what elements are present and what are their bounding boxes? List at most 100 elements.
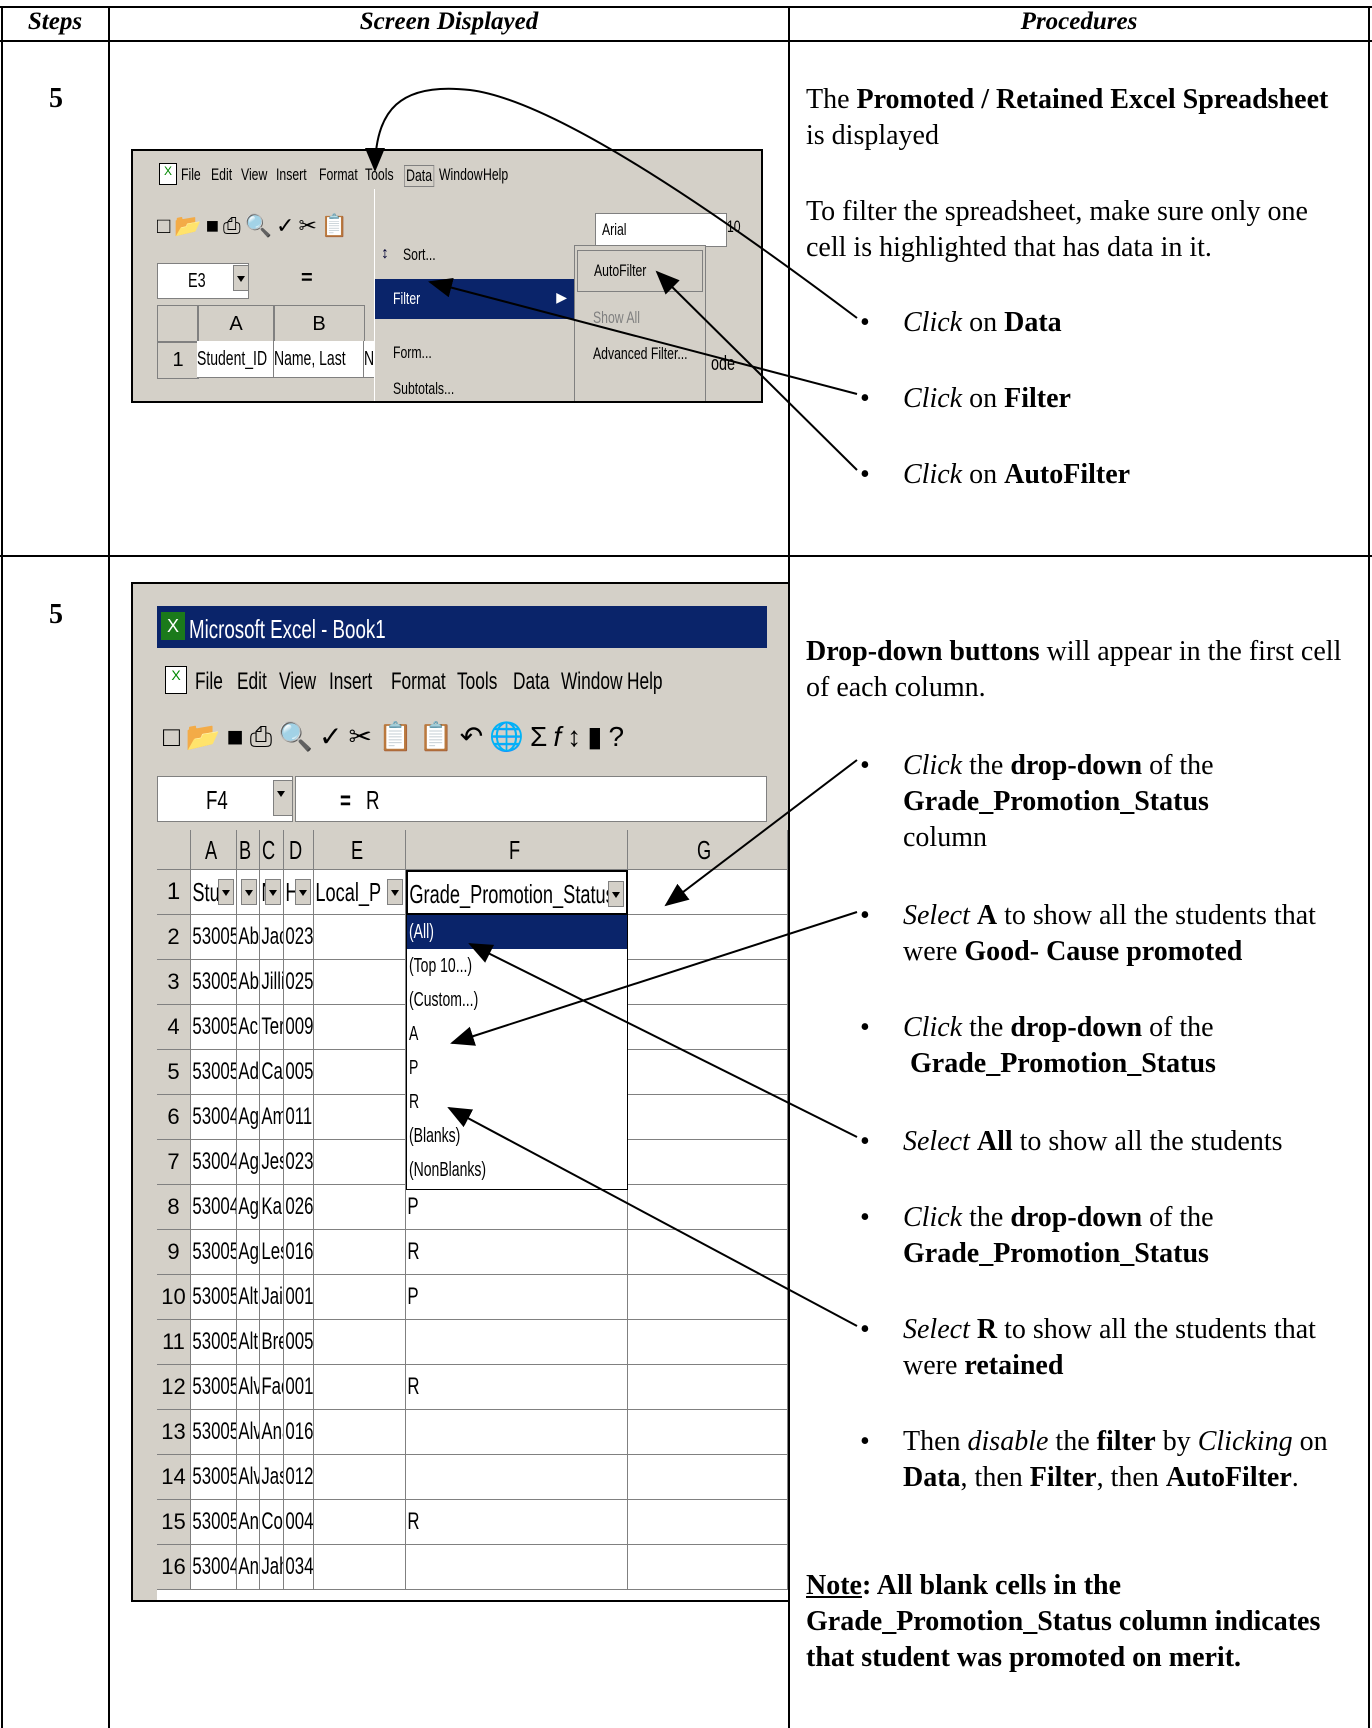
sort-icon[interactable]: ↕	[567, 721, 587, 752]
menu-item-sort[interactable]: ↕ Sort...	[381, 245, 436, 264]
copy-icon[interactable]: 📋	[321, 213, 352, 238]
col-header-c[interactable]: C	[260, 830, 284, 870]
table-cell[interactable]: Alt	[237, 1320, 260, 1365]
table-cell[interactable]: Bre	[260, 1320, 284, 1365]
table-cell[interactable]: 005	[284, 1320, 314, 1365]
menu-item-filter[interactable]: Filter ▶	[375, 279, 575, 319]
table-cell[interactable]	[628, 1095, 788, 1140]
spell-icon[interactable]: ✓	[276, 213, 298, 238]
table-cell[interactable]: 009	[284, 1005, 314, 1050]
table-cell[interactable]	[314, 1410, 406, 1455]
table-cell[interactable]: 53004	[191, 1545, 237, 1590]
menu-tools-2[interactable]: Tools	[457, 668, 497, 696]
table-cell[interactable]	[314, 1545, 406, 1590]
table-cell[interactable]: Ab	[237, 915, 260, 960]
header-cell-2[interactable]: N	[260, 870, 284, 915]
autosum-icon[interactable]: Σ	[530, 721, 553, 752]
help-icon[interactable]: ?	[609, 721, 631, 752]
table-cell[interactable]: 53005	[191, 1005, 237, 1050]
table-cell[interactable]	[628, 1005, 788, 1050]
table-cell[interactable]: 012	[284, 1455, 314, 1500]
save-icon[interactable]: ■	[206, 213, 223, 238]
table-cell[interactable]: Jes	[260, 1140, 284, 1185]
menu-edit[interactable]: Edit	[211, 165, 232, 185]
table-cell[interactable]	[314, 1365, 406, 1410]
table-cell[interactable]	[314, 1275, 406, 1320]
table-cell[interactable]: 53004	[191, 1140, 237, 1185]
table-cell[interactable]: 53005	[191, 1410, 237, 1455]
table-cell[interactable]	[628, 1500, 788, 1545]
table-cell[interactable]: 011	[284, 1095, 314, 1140]
table-cell[interactable]: Jac	[260, 915, 284, 960]
spell-icon[interactable]: ✓	[319, 721, 348, 752]
menu-window[interactable]: Window	[439, 165, 483, 185]
table-cell[interactable]	[628, 1455, 788, 1500]
table-cell[interactable]: Ag	[237, 1230, 260, 1275]
menu-help-2[interactable]: Help	[627, 668, 663, 696]
table-cell[interactable]	[314, 915, 406, 960]
dropdown-option[interactable]: (Custom...)	[407, 983, 627, 1017]
table-cell[interactable]: Alv	[237, 1365, 260, 1410]
formula-bar[interactable]: = R	[295, 776, 767, 822]
table-cell[interactable]	[628, 1185, 788, 1230]
table-cell[interactable]: 001	[284, 1365, 314, 1410]
header-cell-4[interactable]: Local_P	[314, 870, 406, 915]
table-cell[interactable]: Jas	[260, 1455, 284, 1500]
new-icon[interactable]: □	[157, 213, 174, 238]
table-cell[interactable]: Jah	[260, 1545, 284, 1590]
paste-icon[interactable]: 📋	[419, 721, 460, 752]
table-cell[interactable]	[628, 1320, 788, 1365]
table-cell[interactable]: P	[406, 1185, 628, 1230]
table-cell[interactable]	[628, 1230, 788, 1275]
table-cell[interactable]	[314, 1005, 406, 1050]
autofilter-dropdown-button[interactable]	[608, 881, 624, 907]
font-size[interactable]: 10	[727, 217, 741, 237]
cell-a1[interactable]: Student_ID	[197, 341, 274, 378]
table-cell[interactable]	[406, 1320, 628, 1365]
autofilter-dropdown-button[interactable]	[241, 879, 257, 905]
name-box-dropdown-2[interactable]	[273, 780, 293, 816]
table-cell[interactable]: 53005	[191, 1275, 237, 1320]
table-cell[interactable]	[314, 1455, 406, 1500]
autofilter-dropdown-button[interactable]	[295, 879, 311, 905]
table-cell[interactable]: 53005	[191, 1500, 237, 1545]
menu-view[interactable]: View	[241, 165, 267, 185]
table-cell[interactable]: Ab	[237, 960, 260, 1005]
open-icon[interactable]: 📂	[174, 213, 205, 238]
menu-edit-2[interactable]: Edit	[237, 668, 267, 696]
table-cell[interactable]: 53004	[191, 1185, 237, 1230]
header-cell-g[interactable]	[628, 870, 788, 915]
table-cell[interactable]: Colt	[260, 1500, 284, 1545]
menu-help[interactable]: Help	[483, 165, 508, 185]
function-icon[interactable]: f	[553, 721, 567, 752]
cut-icon[interactable]: ✂	[348, 721, 377, 752]
table-cell[interactable]	[628, 1140, 788, 1185]
table-cell[interactable]: 53005	[191, 1230, 237, 1275]
table-cell[interactable]	[314, 1050, 406, 1095]
table-cell[interactable]: 005	[284, 1050, 314, 1095]
menu-insert-2[interactable]: Insert	[329, 668, 372, 696]
table-cell[interactable]: Ac	[237, 1005, 260, 1050]
table-cell[interactable]	[628, 960, 788, 1005]
table-cell[interactable]	[406, 1410, 628, 1455]
table-cell[interactable]: Jail	[260, 1275, 284, 1320]
table-cell[interactable]: Ag	[237, 1095, 260, 1140]
dropdown-option[interactable]: (Blanks)	[407, 1119, 627, 1153]
table-cell[interactable]: An	[237, 1500, 260, 1545]
copy-icon[interactable]: 📋	[378, 721, 419, 752]
autofilter-dropdown-button[interactable]	[387, 879, 403, 905]
table-cell[interactable]: 023	[284, 915, 314, 960]
undo-icon[interactable]: ↶	[460, 721, 489, 752]
table-cell[interactable]: 016	[284, 1230, 314, 1275]
menu-data-2[interactable]: Data	[513, 668, 550, 696]
menu-format[interactable]: Format	[319, 165, 358, 185]
name-box-dropdown[interactable]	[233, 265, 249, 291]
table-cell[interactable]: Kar	[260, 1185, 284, 1230]
menu-file-2[interactable]: File	[195, 668, 223, 696]
table-cell[interactable]: Alv	[237, 1455, 260, 1500]
menu-data[interactable]: Data	[404, 165, 435, 187]
table-cell[interactable]	[314, 1320, 406, 1365]
col-header-a[interactable]: A	[191, 830, 237, 870]
table-cell[interactable]	[314, 1500, 406, 1545]
dropdown-option[interactable]: A	[407, 1017, 627, 1051]
